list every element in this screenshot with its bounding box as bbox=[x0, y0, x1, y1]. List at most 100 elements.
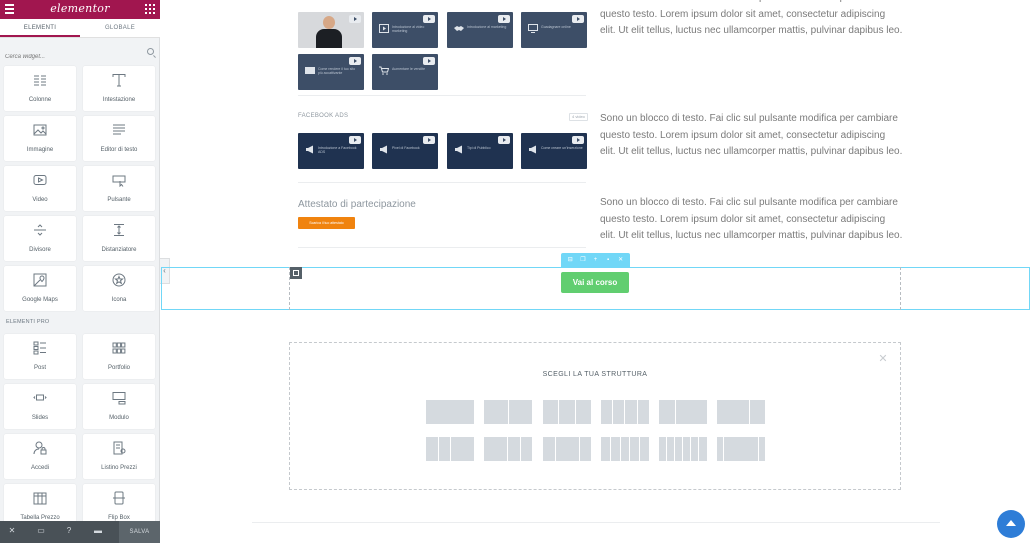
structure-preset-3[interactable] bbox=[543, 400, 591, 424]
video-icon bbox=[33, 175, 47, 185]
widget-editor-di-testo[interactable]: Editor di testo bbox=[83, 116, 155, 161]
video-thumbnail-instructor[interactable] bbox=[298, 12, 364, 48]
widget-label: Video bbox=[32, 197, 48, 203]
video-thumbnail[interactable]: Come creare un'inserzione bbox=[521, 133, 587, 169]
widget-label: Modulo bbox=[109, 415, 129, 421]
widget-google-maps[interactable]: Google Maps bbox=[4, 266, 76, 311]
widget-label: Portfolio bbox=[107, 365, 130, 371]
go-to-course-button[interactable]: Vai al corso bbox=[561, 272, 629, 293]
video-thumbnail[interactable]: Tipi di Pubblico bbox=[447, 133, 513, 169]
duplicate-icon[interactable]: ❐ bbox=[578, 253, 587, 267]
widget-label: Icona bbox=[111, 297, 127, 303]
widget-divisore[interactable]: Divisore bbox=[4, 216, 76, 261]
tab-elementi[interactable]: ELEMENTI bbox=[0, 19, 80, 37]
section-toolbar: ⊟ ❐ + ▪ ✕ bbox=[561, 253, 630, 267]
structure-chooser bbox=[289, 342, 901, 490]
structure-preset-6[interactable] bbox=[717, 400, 765, 424]
save-section-icon[interactable]: ▪ bbox=[604, 253, 613, 267]
structure-preset-12[interactable] bbox=[717, 437, 765, 461]
play-icon bbox=[349, 57, 361, 65]
columns-icon bbox=[34, 75, 46, 86]
widget-icona[interactable]: Icona bbox=[83, 266, 155, 311]
structure-preset-1[interactable] bbox=[426, 400, 474, 424]
text-block[interactable]: Sono un blocco di testo. Fai clic sul pu… bbox=[600, 195, 902, 245]
tab-globale[interactable]: GLOBALE bbox=[80, 19, 160, 37]
play-icon bbox=[572, 136, 584, 144]
video-thumbnail[interactable]: Guadagnare online bbox=[521, 12, 587, 48]
widget-portfolio[interactable]: Portfolio bbox=[83, 334, 155, 379]
flip-box-icon bbox=[113, 491, 125, 505]
heading-icon bbox=[112, 74, 126, 87]
megaphone-icon bbox=[306, 145, 313, 154]
widget-slides[interactable]: Slides bbox=[4, 384, 76, 429]
video-thumbnail[interactable]: Introduzione a Facebook ADS bbox=[298, 133, 364, 169]
sale-tag-icon bbox=[305, 67, 315, 74]
video-thumbnail[interactable]: Come rendere il tuo sito più accattivant… bbox=[298, 54, 364, 90]
widget-intestazione[interactable]: Intestazione bbox=[83, 66, 155, 111]
video-thumbnail[interactable]: Aumentare le vendite bbox=[372, 54, 438, 90]
folder-icon[interactable]: ▬ bbox=[93, 526, 103, 536]
widget-label: Editor di testo bbox=[100, 147, 138, 153]
widget-colonne[interactable]: Colonne bbox=[4, 66, 76, 111]
column-handle[interactable] bbox=[290, 267, 302, 279]
widget-pulsante[interactable]: Pulsante bbox=[83, 166, 155, 211]
widget-search-input[interactable] bbox=[4, 50, 156, 64]
panel-tabs: ELEMENTI GLOBALE bbox=[0, 19, 160, 38]
structure-preset-9[interactable] bbox=[543, 437, 591, 461]
widget-label: Slides bbox=[31, 415, 49, 421]
structure-preset-5[interactable] bbox=[659, 400, 707, 424]
video-thumbnail[interactable]: Pixel di Facebook bbox=[372, 133, 438, 169]
widgets-grid-icon[interactable] bbox=[145, 4, 155, 14]
widget-label: Immagine bbox=[26, 147, 54, 153]
widget-label: Post bbox=[33, 365, 46, 371]
widget-accedi[interactable]: Accedi bbox=[4, 434, 76, 479]
close-icon[interactable]: ✕ bbox=[7, 526, 17, 536]
panel-footer: ✕ ▭ ? ▬ SALVA bbox=[0, 521, 160, 543]
structure-preset-10[interactable] bbox=[601, 437, 649, 461]
text-block[interactable]: Sono un blocco di testo. Fai clic sul pu… bbox=[600, 0, 902, 40]
divider bbox=[298, 95, 586, 96]
structure-preset-7[interactable] bbox=[426, 437, 474, 461]
video-thumbnail[interactable]: Introduzione al video marketing bbox=[372, 12, 438, 48]
scroll-to-top-button[interactable] bbox=[997, 510, 1025, 538]
play-icon bbox=[423, 57, 435, 65]
close-icon[interactable]: ✕ bbox=[616, 253, 625, 267]
play-icon bbox=[349, 15, 361, 23]
widget-post[interactable]: Post bbox=[4, 334, 76, 379]
responsive-desktop-icon[interactable]: ▭ bbox=[36, 526, 46, 536]
add-icon[interactable]: + bbox=[591, 253, 600, 267]
play-icon bbox=[349, 136, 361, 144]
cart-icon bbox=[379, 66, 389, 75]
panel-header: elementor bbox=[0, 0, 160, 19]
widget-listino-prezzi[interactable]: Listino Prezzi bbox=[83, 434, 155, 479]
elementor-logo: elementor bbox=[50, 2, 110, 15]
structure-preset-2[interactable] bbox=[484, 400, 532, 424]
widget-label: Colonne bbox=[28, 97, 52, 103]
structure-preset-8[interactable] bbox=[484, 437, 532, 461]
help-icon[interactable]: ? bbox=[64, 526, 74, 536]
text-block[interactable]: Sono un blocco di testo. Fai clic sul pu… bbox=[600, 111, 902, 161]
divider bbox=[298, 182, 586, 183]
save-button[interactable]: SALVA bbox=[119, 521, 160, 543]
handshake-icon bbox=[454, 26, 464, 31]
widget-immagine[interactable]: Immagine bbox=[4, 116, 76, 161]
widget-modulo[interactable]: Modulo bbox=[83, 384, 155, 429]
play-icon bbox=[423, 15, 435, 23]
megaphone-icon bbox=[455, 145, 462, 154]
structure-preset-4[interactable] bbox=[601, 400, 649, 424]
video-thumbnail[interactable]: Introduzione al marketing bbox=[447, 12, 513, 48]
divider-icon bbox=[34, 224, 46, 236]
price-table-icon bbox=[33, 492, 47, 505]
widget-search bbox=[4, 45, 156, 64]
monitor-icon bbox=[528, 24, 538, 33]
map-icon bbox=[33, 273, 47, 287]
widget-distanziatore[interactable]: Distanziatore bbox=[83, 216, 155, 261]
close-icon[interactable]: ✕ bbox=[877, 353, 889, 365]
download-certificate-button[interactable]: Scarica il tuo attestato bbox=[298, 217, 355, 229]
widget-video[interactable]: Video bbox=[4, 166, 76, 211]
play-icon bbox=[572, 15, 584, 23]
structure-preset-11[interactable] bbox=[659, 437, 707, 461]
edit-section-icon[interactable]: ⊟ bbox=[566, 253, 575, 267]
widget-label: Accedi bbox=[30, 465, 49, 471]
megaphone-icon bbox=[380, 145, 387, 154]
